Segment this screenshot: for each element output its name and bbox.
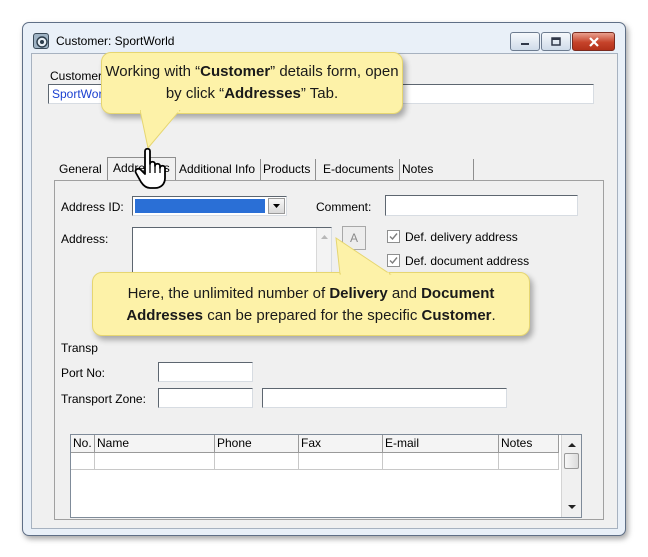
grid-cell[interactable] — [299, 453, 383, 470]
transport-label: Transp — [61, 341, 98, 355]
minimize-icon — [511, 33, 539, 50]
transport-zone-name-input[interactable] — [262, 388, 507, 408]
scroll-up-icon — [568, 443, 576, 447]
comment-label: Comment: — [316, 200, 372, 214]
callout-top-bold-2: Addresses — [224, 85, 301, 102]
grid-cell[interactable] — [383, 453, 499, 470]
grid-cell[interactable] — [71, 453, 95, 470]
grid-header-name[interactable]: Name — [95, 435, 215, 453]
scroll-down-icon — [568, 505, 576, 509]
callout-mid-text-1: Here, the unlimited number of — [127, 285, 330, 302]
callout-top-bold-1: Customer — [200, 63, 271, 80]
customer-field-value: SportWor — [52, 87, 103, 101]
address-label: Address: — [61, 232, 109, 246]
callout-mid-bold-3: Customer — [421, 307, 492, 324]
grid-header-no[interactable]: No. — [71, 435, 95, 453]
minimize-button[interactable] — [510, 32, 540, 51]
tab-general[interactable]: General — [54, 159, 108, 181]
customer-label: Customer — [50, 69, 103, 83]
callout-open-addresses-tab: Working with “Customer” details form, op… — [101, 52, 403, 114]
callout-addresses-explanation: Here, the unlimited number of Delivery a… — [92, 272, 530, 336]
close-icon — [573, 33, 614, 50]
callout-mid-text-4: . — [491, 307, 496, 324]
grid-header-fax[interactable]: Fax — [299, 435, 383, 453]
address-id-selection — [135, 199, 265, 213]
window-title: Customer: SportWorld — [56, 34, 175, 48]
callout-top-text-3: ” Tab. — [300, 85, 339, 102]
def-delivery-label: Def. delivery address — [405, 230, 518, 244]
tab-notes[interactable]: Notes — [397, 159, 475, 181]
dropdown-arrow-icon[interactable] — [268, 198, 285, 214]
comment-input[interactable] — [385, 195, 578, 216]
tab-additional-info[interactable]: Additional Info — [174, 159, 262, 181]
port-no-input[interactable] — [158, 362, 253, 382]
tab-products[interactable]: Products — [258, 159, 317, 181]
grid-header-notes[interactable]: Notes — [499, 435, 559, 453]
port-no-label: Port No: — [61, 366, 106, 380]
grid-scroll-thumb[interactable] — [564, 453, 579, 469]
grid-cell[interactable] — [499, 453, 559, 470]
title-bar[interactable]: Customer: SportWorld — [23, 23, 625, 53]
grid-cell[interactable] — [95, 453, 215, 470]
contacts-grid[interactable]: No. Name Phone Fax E-mail Notes — [70, 434, 582, 518]
transport-zone-label: Transport Zone: — [61, 392, 146, 406]
callout-middle-pointer — [335, 236, 392, 276]
customer-name-field[interactable] — [392, 84, 594, 104]
callout-mid-bold-1: Delivery — [329, 285, 388, 302]
grid-header-phone[interactable]: Phone — [215, 435, 299, 453]
transport-zone-code-input[interactable] — [158, 388, 253, 408]
address-id-label: Address ID: — [61, 200, 124, 214]
callout-mid-text-2: and — [387, 285, 422, 302]
maximize-button[interactable] — [541, 32, 571, 51]
grid-cell[interactable] — [215, 453, 299, 470]
def-document-label: Def. document address — [405, 254, 530, 268]
close-button[interactable] — [572, 32, 615, 51]
address-id-select[interactable] — [132, 196, 287, 216]
callout-mid-text-3: can be prepared for the specific — [203, 307, 422, 324]
app-icon[interactable] — [33, 33, 49, 49]
grid-header-email[interactable]: E-mail — [383, 435, 499, 453]
grid-scrollbar[interactable] — [561, 435, 581, 517]
maximize-icon — [542, 33, 570, 50]
callout-top-text-1: Working with “ — [105, 63, 201, 80]
tab-e-documents[interactable]: E-documents — [318, 159, 400, 181]
hand-cursor-icon — [134, 147, 166, 189]
